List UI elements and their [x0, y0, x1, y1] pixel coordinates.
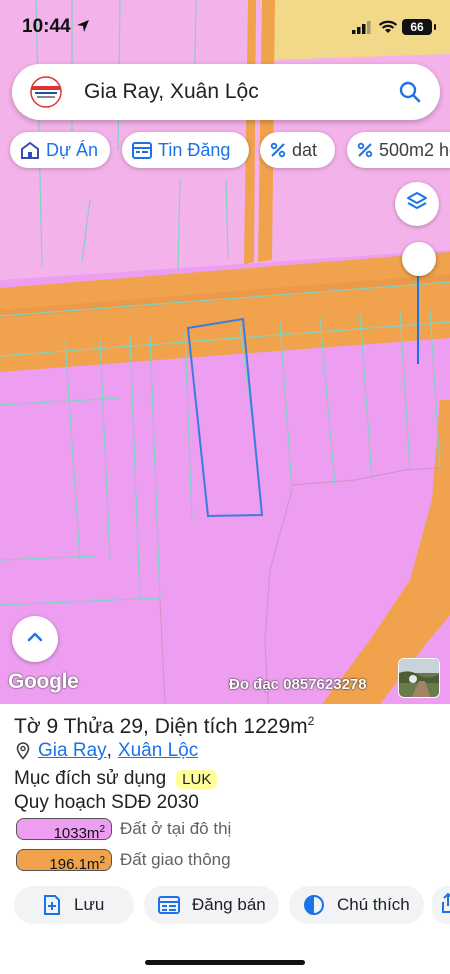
percent-icon	[357, 142, 373, 158]
search-query[interactable]: Gia Ray, Xuân Lộc	[84, 80, 259, 104]
parcel-info-sheet: Tờ 9 Thửa 29, Diện tích 1229m2 Gia Ray, X…	[0, 704, 450, 974]
land-use-purpose-row: Mục đích sử dụng LUK	[14, 768, 218, 790]
opacity-slider-handle[interactable]	[402, 242, 436, 276]
planning-heading: Quy hoạch SDĐ 2030	[14, 792, 199, 813]
search-icon[interactable]	[398, 80, 422, 109]
house-icon	[20, 141, 40, 159]
listing-icon	[158, 895, 180, 915]
action-buttons: Lưu Đăng bán Chú thích	[14, 886, 450, 924]
chip-du-an[interactable]: Dự Án	[10, 132, 110, 168]
location-separator: ,	[106, 740, 112, 761]
chip-tin-dang[interactable]: Tin Đăng	[122, 132, 249, 168]
filter-chips: Dự Án Tin Đăng dat 500m2 ho	[10, 132, 450, 168]
parcel-plot-label: Thửa	[58, 715, 120, 738]
land-use-code-badge: LUK	[176, 769, 218, 789]
parcel-area-unit-sup: 2	[307, 714, 315, 728]
percent-icon	[270, 142, 286, 158]
save-button[interactable]: Lưu	[14, 886, 134, 924]
legend-item-residential: 1033m2 Đất ở tại đô thị	[16, 818, 232, 842]
more-actions-button[interactable]	[432, 886, 450, 924]
layers-icon	[405, 190, 429, 219]
legend-area-sup: 2	[99, 855, 105, 866]
parcel-area-unit: m	[290, 715, 308, 738]
legend-label: Đất giao thông	[120, 850, 231, 869]
legend-button-label: Chú thích	[337, 895, 410, 914]
chip-label: dat	[292, 139, 318, 160]
parcel-plot-number: 29	[119, 715, 144, 738]
status-time: 10:44	[22, 16, 71, 37]
legend-button[interactable]: Chú thích	[289, 886, 424, 924]
post-for-sale-label: Đăng bán	[192, 895, 266, 914]
legend-area-value: 196.1m	[49, 856, 100, 873]
chip-label: Tin Đăng	[158, 139, 231, 160]
add-bookmark-icon	[42, 894, 62, 916]
street-view-thumbnail[interactable]	[398, 658, 440, 698]
district-link[interactable]: Xuân Lộc	[118, 740, 198, 762]
expand-sheet-button[interactable]	[12, 616, 58, 662]
map-view[interactable]: 10:44 66 Gia Ray, Xuân Lộc Dự Án Tin Đăn…	[0, 0, 450, 704]
layers-button[interactable]	[395, 182, 439, 226]
cellular-signal-icon	[352, 21, 372, 39]
parcel-area-value: 1229	[243, 715, 291, 738]
legend-swatch-transport: 196.1m2	[16, 849, 112, 873]
legend-area-value: 1033m	[53, 825, 100, 842]
survey-contact-label[interactable]: Đo đạc 0857623278	[229, 676, 367, 693]
chevron-up-icon	[25, 630, 45, 649]
chip-dat[interactable]: dat	[260, 132, 335, 168]
chip-label: Dự Án	[46, 139, 99, 160]
calendar-icon	[132, 141, 152, 159]
search-bar[interactable]: Gia Ray, Xuân Lộc	[12, 64, 440, 120]
status-bar: 10:44 66	[0, 0, 450, 54]
land-use-label: Mục đích sử dụng	[14, 768, 167, 789]
parcel-location: Gia Ray, Xuân Lộc	[16, 740, 198, 762]
google-logo: Google	[8, 670, 79, 693]
save-label: Lưu	[74, 895, 105, 914]
location-arrow-icon	[76, 19, 90, 38]
parcel-title: Tờ 9 Thửa 29, Diện tích 1229m2	[14, 714, 314, 739]
share-icon	[440, 892, 450, 919]
parcel-area-label: , Diện tích	[143, 715, 244, 738]
wifi-icon	[378, 20, 398, 39]
location-pin-icon	[16, 742, 30, 760]
legend-label: Đất ở tại đô thị	[120, 819, 232, 838]
commune-link[interactable]: Gia Ray	[38, 740, 107, 762]
post-for-sale-button[interactable]: Đăng bán	[144, 886, 279, 924]
legend-swatch-residential: 1033m2	[16, 818, 112, 842]
parcel-sheet-number: 9	[46, 715, 59, 738]
parcel-sheet-label: Tờ	[14, 715, 47, 738]
chip-500m2[interactable]: 500m2 ho	[347, 132, 450, 168]
legend-area-sup: 2	[99, 824, 105, 835]
chip-label: 500m2 ho	[379, 139, 450, 160]
battery-indicator: 66	[402, 19, 436, 35]
legend-item-transport: 196.1m2 Đất giao thông	[16, 849, 231, 873]
home-indicator[interactable]	[145, 960, 305, 965]
legend-icon	[303, 894, 325, 916]
app-logo-icon[interactable]	[26, 76, 66, 108]
